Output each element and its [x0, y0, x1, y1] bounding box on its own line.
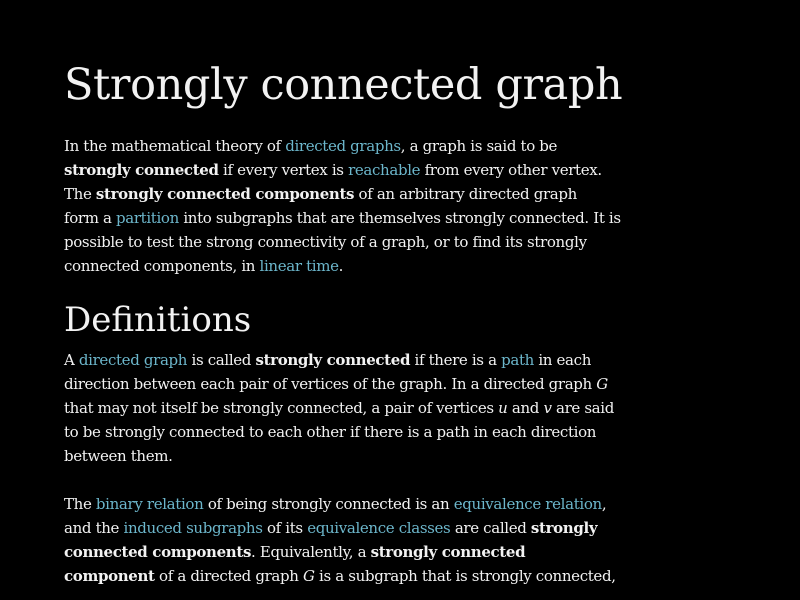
math-variable: G: [303, 567, 315, 585]
text-line: The strongly connected components of an …: [64, 182, 609, 206]
text-run: form a: [64, 209, 117, 227]
text-run: direction between each pair of vertices …: [64, 375, 597, 393]
text-line: connected components, in linear time.: [64, 254, 609, 278]
text-run: connected components, in: [64, 257, 260, 275]
text-run: in each: [533, 351, 592, 369]
link-binary-relation[interactable]: binary relation: [96, 495, 204, 513]
bold-term: connected components: [64, 543, 252, 561]
link-path[interactable]: path: [501, 351, 534, 369]
section-heading-definitions: Definitions: [64, 300, 252, 340]
text-run: and the: [64, 519, 124, 537]
text-line: that may not itself be strongly connecte…: [64, 396, 614, 420]
link-partition[interactable]: partition: [116, 209, 179, 227]
article: Strongly connected graph In the mathemat…: [64, 56, 623, 588]
text-line: strongly connected if every vertex is re…: [64, 158, 609, 182]
text-run: of an arbitrary directed graph: [354, 185, 578, 203]
text-run: is called: [187, 351, 256, 369]
link-reachable[interactable]: reachable: [348, 161, 420, 179]
text-run: ,: [601, 495, 607, 513]
link-induced-subgraphs[interactable]: induced subgraphs: [124, 519, 263, 537]
text-line: to be strongly connected to each other i…: [64, 423, 597, 441]
text-run: that may not itself be strongly connecte…: [64, 399, 499, 417]
bold-term: strongly connected: [255, 351, 411, 369]
link-linear-time[interactable]: linear time: [260, 257, 339, 275]
text-run: . Equivalently, a: [251, 543, 371, 561]
link-equivalence-relation[interactable]: equivalence relation: [454, 495, 602, 513]
bold-term: strongly connected: [64, 161, 219, 179]
bold-term: component: [64, 567, 155, 585]
text-run: if every vertex is: [218, 161, 349, 179]
text-run: into subgraphs that are themselves stron…: [178, 209, 621, 227]
definitions-paragraph-2: The binary relation of being strongly co…: [64, 492, 616, 588]
link-equivalence-classes[interactable]: equivalence classes: [307, 519, 451, 537]
text-run: of its: [262, 519, 308, 537]
text-run: The: [64, 495, 96, 513]
text-line: A directed graph is called strongly conn…: [64, 348, 609, 372]
text-line: possible to test the strong connectivity…: [64, 233, 587, 251]
text-run: and: [507, 399, 544, 417]
text-line: direction between each pair of vertices …: [64, 372, 609, 396]
text-run: of a directed graph: [154, 567, 303, 585]
text-line: The binary relation of being strongly co…: [64, 492, 609, 516]
page-title: Strongly connected graph: [64, 60, 623, 110]
text-run: if there is a: [410, 351, 502, 369]
math-variable: G: [596, 375, 608, 393]
text-run: are called: [450, 519, 531, 537]
text-run: of being strongly connected is an: [203, 495, 454, 513]
text-run: In the mathematical theory of: [64, 137, 286, 155]
text-line: between them.: [64, 447, 173, 465]
bold-term: strongly connected components: [95, 185, 355, 203]
link-directed-graphs[interactable]: directed graphs: [285, 137, 401, 155]
link-directed-graph[interactable]: directed graph: [79, 351, 188, 369]
text-run: .: [338, 257, 344, 275]
text-run: , a graph is said to be: [400, 137, 558, 155]
text-line: component of a directed graph G is a sub…: [64, 564, 616, 588]
text-run: A: [64, 351, 79, 369]
text-line: connected components. Equivalently, a st…: [64, 540, 609, 564]
text-run: are said: [551, 399, 614, 417]
math-variable: v: [543, 399, 552, 417]
bold-term: strongly: [530, 519, 598, 537]
text-run: The: [64, 185, 96, 203]
text-run: is a subgraph that is strongly connected…: [314, 567, 616, 585]
text-run: from every other vertex.: [420, 161, 603, 179]
text-line: In the mathematical theory of directed g…: [64, 134, 609, 158]
text-line: and the induced subgraphs of its equival…: [64, 516, 609, 540]
intro-paragraph: In the mathematical theory of directed g…: [64, 134, 621, 278]
text-line: form a partition into subgraphs that are…: [64, 206, 621, 230]
bold-term: strongly connected: [370, 543, 526, 561]
definitions-paragraph-1: A directed graph is called strongly conn…: [64, 348, 614, 468]
